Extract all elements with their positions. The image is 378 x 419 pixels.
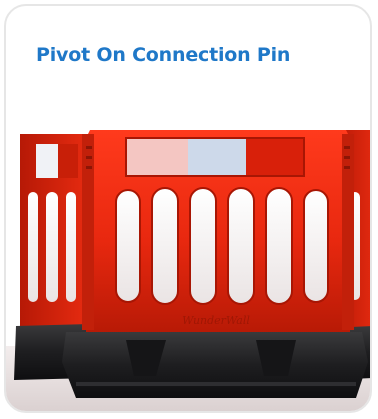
main-barrier: WunderWall [82, 130, 354, 332]
feature-card[interactable]: WunderWall Pivot On Connection Pin [4, 4, 372, 413]
barrier-photo: WunderWall [6, 130, 370, 411]
card-title: Pivot On Connection Pin [36, 44, 291, 66]
svg-text:WunderWall: WunderWall [182, 314, 250, 327]
barrier-base [62, 332, 368, 398]
